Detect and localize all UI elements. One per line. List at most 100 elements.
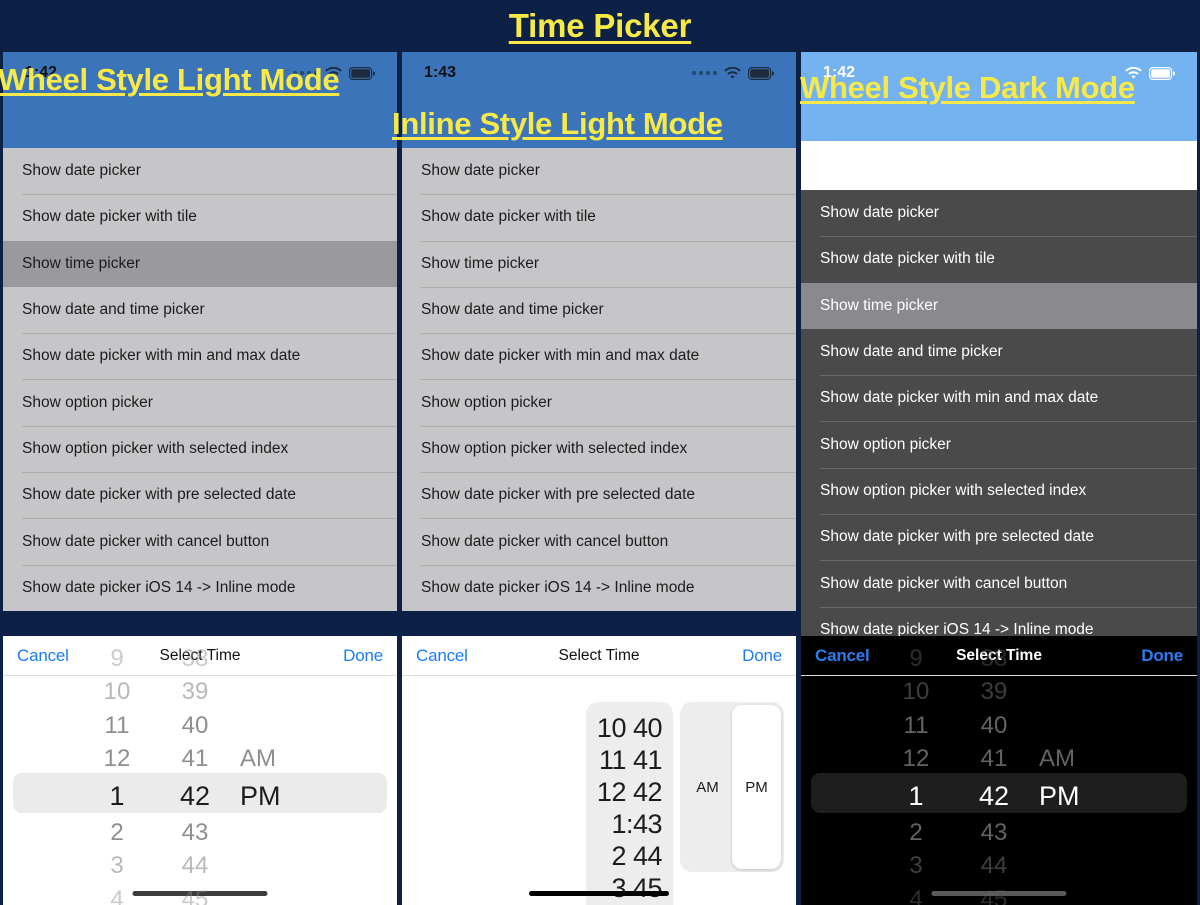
meridiem-segmented-control[interactable]: AM PM — [680, 702, 784, 872]
minute-value: 44 — [181, 852, 209, 880]
list-item-label: Show date picker with pre selected date — [22, 486, 296, 504]
list-item[interactable]: Show date picker with cancel button — [402, 518, 796, 564]
inline-time-row: 11 41 — [598, 745, 663, 775]
minute-value-selected: 42 — [978, 780, 1010, 811]
minute-value: 38 — [980, 644, 1008, 672]
options-list-panel3: Show date picker Show date picker with t… — [801, 190, 1197, 653]
meridiem-spacer: . — [1039, 709, 1121, 743]
list-item[interactable]: Show date picker — [402, 148, 796, 194]
hour-wheel[interactable]: 9 10 11 12 1 2 3 4 — [78, 642, 156, 905]
list-item[interactable]: Show date and time picker — [3, 287, 397, 333]
list-item[interactable]: Show date picker with pre selected date — [3, 472, 397, 518]
list-item[interactable]: Show time picker — [402, 240, 796, 287]
list-item[interactable]: Show option picker with selected index — [801, 467, 1197, 514]
list-item-label: Show date picker with tile — [22, 208, 197, 226]
hour-value: 3 — [909, 852, 923, 880]
list-item[interactable]: Show date picker with pre selected date — [402, 472, 796, 518]
meridiem-wheel[interactable]: . . . AM PM — [1033, 642, 1121, 905]
done-button[interactable]: Done — [343, 646, 383, 666]
minute-value: 39 — [980, 678, 1008, 706]
list-item-label: Show time picker — [22, 254, 141, 272]
hour-value: 11 — [903, 711, 929, 739]
list-item[interactable]: Show date picker iOS 14 -> Inline mode — [402, 564, 796, 611]
list-item[interactable]: Show date and time picker — [402, 286, 796, 333]
caption-wheel-dark: Wheel Style Dark Mode — [800, 70, 1135, 105]
battery-icon — [349, 66, 375, 80]
hour-value-selected: 1 — [109, 780, 125, 811]
list-item-selected[interactable]: Show time picker — [801, 282, 1197, 329]
signal-dots-icon — [692, 71, 717, 75]
list-item[interactable]: Show date picker — [3, 148, 397, 194]
list-item-label: Show date picker with min and max date — [421, 347, 700, 365]
list-item[interactable]: Show date picker with min and max date — [3, 333, 397, 379]
time-picker-sheet-panel3: Cancel Select Time Done 9 10 11 12 1 2 3… — [801, 636, 1197, 905]
hour-value: 12 — [902, 745, 930, 773]
inline-time-list[interactable]: 10 40 11 41 12 42 1:43 2 44 3 45 4 46 — [585, 702, 673, 905]
inline-time-row: 12 42 — [596, 777, 663, 807]
list-item[interactable]: Show date picker with tile — [402, 194, 796, 240]
list-item-label: Show date picker with cancel button — [421, 532, 669, 550]
cancel-button[interactable]: Cancel — [416, 646, 468, 666]
battery-icon — [748, 66, 774, 80]
minute-value: 39 — [181, 678, 209, 706]
list-item-label: Show date picker with pre selected date — [421, 486, 695, 504]
minute-value: 40 — [980, 711, 1008, 739]
list-item-selected[interactable]: Show time picker — [3, 240, 397, 287]
list-item[interactable]: Show date picker — [801, 190, 1197, 236]
list-item[interactable]: Show date picker with pre selected date — [801, 514, 1197, 560]
cancel-button[interactable]: Cancel — [17, 646, 69, 666]
segment-am[interactable]: AM — [683, 705, 732, 869]
hour-value: 4 — [909, 885, 923, 905]
list-item[interactable]: Show option picker with selected index — [402, 425, 796, 472]
list-item[interactable]: Show date picker iOS 14 -> Inline mode — [3, 564, 397, 611]
list-item-label: Show option picker with selected index — [421, 439, 688, 457]
inline-picker[interactable]: 10 40 11 41 12 42 1:43 2 44 3 45 4 46 AM… — [402, 676, 796, 905]
list-item[interactable]: Show date picker with tile — [801, 236, 1197, 282]
list-item[interactable]: Show date and time picker — [801, 329, 1197, 375]
minute-wheel[interactable]: 38 39 40 41 42 43 44 45 — [955, 642, 1033, 905]
list-item[interactable]: Show date picker with tile — [3, 194, 397, 240]
list-item-label: Show date picker with min and max date — [820, 389, 1099, 407]
hour-value: 2 — [909, 818, 923, 846]
list-item-label: Show time picker — [820, 296, 939, 314]
cancel-button[interactable]: Cancel — [815, 646, 870, 666]
inline-time-row: 2 44 — [611, 841, 662, 871]
inline-time-row: 3 45 — [611, 873, 662, 903]
battery-icon — [1149, 66, 1175, 80]
list-item-label: Show date picker with min and max date — [22, 347, 301, 365]
minute-value: 40 — [181, 711, 209, 739]
minute-wheel[interactable]: 38 39 40 41 42 43 44 45 — [156, 642, 234, 905]
list-item-label: Show option picker with selected index — [820, 481, 1087, 499]
meridiem-spacer: . — [240, 642, 322, 676]
segment-pm-selected[interactable]: PM — [732, 705, 781, 869]
wheel-picker[interactable]: 9 10 11 12 1 2 3 4 38 39 40 41 42 43 44 … — [3, 645, 397, 905]
list-item-label: Show date picker with cancel button — [820, 574, 1068, 592]
list-item-label: Show option picker — [421, 393, 552, 411]
minute-value: 44 — [980, 852, 1008, 880]
list-item-label: Show date picker with pre selected date — [820, 528, 1094, 546]
wheel-picker[interactable]: 9 10 11 12 1 2 3 4 38 39 40 41 42 43 44 … — [801, 645, 1197, 905]
meridiem-spacer: . — [240, 675, 322, 709]
list-item[interactable]: Show option picker — [3, 379, 397, 425]
list-item[interactable]: Show date picker with min and max date — [402, 333, 796, 379]
hour-wheel[interactable]: 9 10 11 12 1 2 3 4 — [877, 642, 955, 905]
hour-value: 10 — [902, 678, 930, 706]
done-button[interactable]: Done — [1141, 646, 1183, 666]
options-list-panel2: Show date picker Show date picker with t… — [402, 148, 796, 611]
panel-wheel-light: 1:42 Show date picker Show date picker w… — [3, 52, 397, 905]
list-item-label: Show date and time picker — [421, 301, 604, 319]
status-bar-panel2: 1:43 — [402, 60, 796, 86]
list-item[interactable]: Show option picker — [801, 421, 1197, 467]
panel-inline-light: 1:43 Show date picker Show date picker w… — [402, 52, 796, 905]
list-item[interactable]: Show option picker with selected index — [3, 425, 397, 472]
caption-inline-light: Inline Style Light Mode — [392, 106, 723, 141]
minute-value: 41 — [980, 745, 1008, 773]
hour-value: 3 — [110, 852, 124, 880]
list-item[interactable]: Show date picker with min and max date — [801, 375, 1197, 421]
list-item[interactable]: Show date picker with cancel button — [3, 518, 397, 564]
done-button[interactable]: Done — [742, 646, 782, 666]
minute-value-selected: 42 — [179, 780, 211, 811]
meridiem-wheel[interactable]: . . . AM PM — [234, 642, 322, 905]
list-item[interactable]: Show option picker — [402, 379, 796, 425]
list-item[interactable]: Show date picker with cancel button — [801, 560, 1197, 606]
